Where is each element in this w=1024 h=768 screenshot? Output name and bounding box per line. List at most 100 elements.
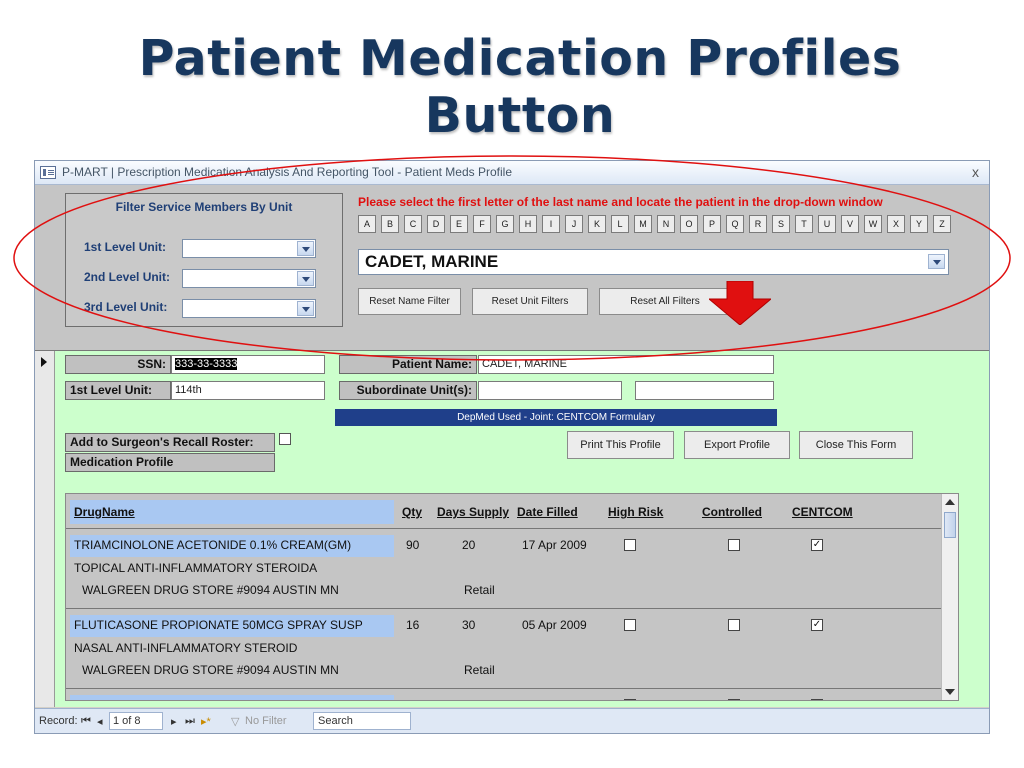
level3-unit-select[interactable]	[182, 299, 316, 318]
medication-record[interactable]: FLUTICASONE PROPIONATE 50MCG SPRAY SUSP 1…	[66, 608, 942, 688]
letter-button-s[interactable]: S	[772, 215, 790, 233]
fill-source: Retail	[464, 583, 495, 597]
chevron-down-icon[interactable]	[297, 271, 314, 286]
letter-button-z[interactable]: Z	[933, 215, 951, 233]
first-record-icon[interactable]: ⏮	[81, 715, 91, 728]
medication-record[interactable]: TRIAMCINOLONE ACETONIDE 0.1% CREAM(GM) 90…	[66, 528, 942, 608]
chevron-down-icon[interactable]	[297, 301, 314, 316]
letter-button-o[interactable]: O	[680, 215, 698, 233]
letter-button-b[interactable]: B	[381, 215, 399, 233]
letter-button-i[interactable]: I	[542, 215, 560, 233]
scroll-down-icon[interactable]	[945, 689, 955, 695]
centcom-checkbox[interactable]: ✓	[811, 539, 823, 551]
high-risk-checkbox[interactable]	[624, 619, 636, 631]
letter-button-p[interactable]: P	[703, 215, 721, 233]
close-icon[interactable]: x	[972, 164, 979, 180]
days-supply: 30	[462, 698, 475, 700]
subordinate-unit-field-2[interactable]	[635, 381, 774, 400]
level2-unit-label: 2nd Level Unit:	[84, 270, 171, 284]
form-icon	[40, 166, 56, 179]
scroll-thumb[interactable]	[944, 512, 956, 538]
letter-button-q[interactable]: Q	[726, 215, 744, 233]
letter-button-y[interactable]: Y	[910, 215, 928, 233]
col-header-days-supply[interactable]: Days Supply	[437, 500, 509, 524]
letter-button-n[interactable]: N	[657, 215, 675, 233]
medication-record[interactable]: FLUTICASONE PROPIONATE 50MCG SPRAY SUSP 1…	[66, 688, 942, 700]
drug-name: TRIAMCINOLONE ACETONIDE 0.1% CREAM(GM)	[74, 538, 352, 552]
col-header-date-filled[interactable]: Date Filled	[517, 500, 578, 524]
new-record-icon[interactable]: ▸*	[201, 715, 211, 728]
name-search-instruction: Please select the first letter of the la…	[358, 195, 883, 209]
drug-class: TOPICAL ANTI-INFLAMMATORY STEROIDA	[74, 561, 318, 575]
level1-unit-select[interactable]	[182, 239, 316, 258]
unit-label: 1st Level Unit:	[65, 381, 171, 400]
recall-roster-checkbox[interactable]	[279, 433, 291, 445]
controlled-checkbox[interactable]	[728, 699, 740, 700]
record-selector[interactable]	[35, 351, 55, 707]
export-profile-button[interactable]: Export Profile	[684, 431, 790, 459]
unit-field[interactable]: 114th	[171, 381, 325, 400]
letter-button-v[interactable]: V	[841, 215, 859, 233]
letter-button-t[interactable]: T	[795, 215, 813, 233]
col-header-drugname[interactable]: DrugName	[70, 500, 394, 524]
letter-button-h[interactable]: H	[519, 215, 537, 233]
col-header-qty[interactable]: Qty	[402, 500, 422, 524]
unit-filter-panel: Filter Service Members By Unit 1st Level…	[65, 193, 343, 327]
subordinate-units-label: Subordinate Unit(s):	[339, 381, 477, 400]
close-form-button[interactable]: Close This Form	[799, 431, 913, 459]
col-header-high-risk[interactable]: High Risk	[608, 500, 663, 524]
ssn-field[interactable]: 333-33-3333	[171, 355, 325, 374]
high-risk-checkbox[interactable]	[624, 699, 636, 700]
letter-button-w[interactable]: W	[864, 215, 882, 233]
letter-button-g[interactable]: G	[496, 215, 514, 233]
medication-profile-label: Medication Profile	[65, 453, 275, 472]
letter-button-r[interactable]: R	[749, 215, 767, 233]
reset-unit-filters-button[interactable]: Reset Unit Filters	[472, 288, 588, 315]
letter-button-f[interactable]: F	[473, 215, 491, 233]
last-record-icon[interactable]: ⏭	[185, 715, 195, 728]
ssn-label: SSN:	[65, 355, 171, 374]
subordinate-unit-field-1[interactable]	[478, 381, 622, 400]
patient-detail-section: SSN: 333-33-3333 Patient Name: CADET, MA…	[35, 281, 989, 707]
letter-button-k[interactable]: K	[588, 215, 606, 233]
medication-subform: DrugName Qty Days Supply Date Filled Hig…	[65, 493, 959, 701]
letter-button-a[interactable]: A	[358, 215, 376, 233]
record-position-field[interactable]: 1 of 8	[109, 712, 163, 730]
patient-name-field[interactable]: CADET, MARINE	[478, 355, 774, 374]
unit-filter-title: Filter Service Members By Unit	[115, 200, 293, 214]
centcom-checkbox[interactable]: ✓	[811, 619, 823, 631]
high-risk-checkbox[interactable]	[624, 539, 636, 551]
window-title: P-MART | Prescription Medication Analysi…	[62, 165, 512, 179]
col-header-controlled[interactable]: Controlled	[702, 500, 762, 524]
letter-button-x[interactable]: X	[887, 215, 905, 233]
centcom-checkbox[interactable]: ✓	[811, 699, 823, 700]
patient-name-select[interactable]: CADET, MARINE	[358, 249, 949, 275]
letter-button-d[interactable]: D	[427, 215, 445, 233]
chevron-down-icon[interactable]	[297, 241, 314, 256]
quantity: 16	[406, 698, 419, 700]
current-record-icon	[41, 357, 47, 367]
record-navigation-bar: Record: ⏮ ◂ 1 of 8 ▸ ⏭ ▸* ▽ No Filter Se…	[35, 708, 989, 733]
next-record-icon[interactable]: ▸	[171, 715, 177, 728]
subform-scrollbar[interactable]	[941, 494, 958, 700]
letter-button-j[interactable]: J	[565, 215, 583, 233]
chevron-down-icon[interactable]	[928, 254, 945, 269]
letter-button-u[interactable]: U	[818, 215, 836, 233]
level2-unit-select[interactable]	[182, 269, 316, 288]
print-profile-button[interactable]: Print This Profile	[567, 431, 674, 459]
letter-button-c[interactable]: C	[404, 215, 422, 233]
reset-name-filter-button[interactable]: Reset Name Filter	[358, 288, 461, 315]
search-field[interactable]: Search	[313, 712, 411, 730]
controlled-checkbox[interactable]	[728, 619, 740, 631]
scroll-up-icon[interactable]	[945, 499, 955, 505]
controlled-checkbox[interactable]	[728, 539, 740, 551]
app-window: P-MART | Prescription Medication Analysi…	[34, 160, 990, 734]
previous-record-icon[interactable]: ◂	[97, 715, 103, 728]
filter-status[interactable]: No Filter	[245, 715, 287, 727]
letter-button-e[interactable]: E	[450, 215, 468, 233]
quantity: 16	[406, 618, 420, 632]
col-header-centcom[interactable]: CENTCOM	[792, 500, 853, 524]
letter-button-l[interactable]: L	[611, 215, 629, 233]
filter-icon[interactable]: ▽	[231, 715, 239, 728]
letter-button-m[interactable]: M	[634, 215, 652, 233]
